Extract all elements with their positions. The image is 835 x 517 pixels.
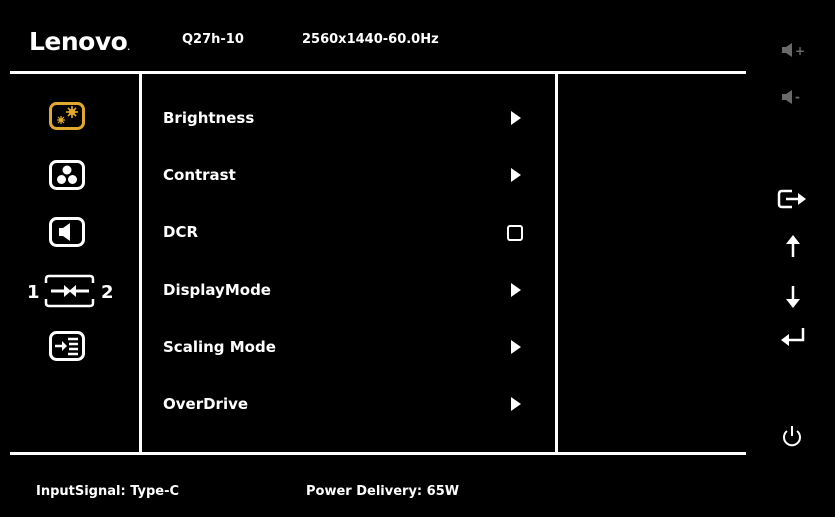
resolution-readout: 2560x1440-60.0Hz	[302, 32, 439, 47]
up-button[interactable]	[783, 234, 803, 258]
volume-down-icon: -	[782, 90, 800, 104]
menu-item-dcr[interactable]: DCR	[163, 223, 198, 241]
input-signal-status: InputSignal: Type-C	[36, 484, 180, 499]
audio-icon	[49, 217, 85, 247]
submenu-arrow-icon[interactable]	[511, 397, 521, 411]
power-delivery-status: Power Delivery: 65W	[306, 484, 460, 499]
category-audio[interactable]	[49, 217, 85, 247]
submenu-arrow-icon[interactable]	[511, 340, 521, 354]
submenu-arrow-icon[interactable]	[511, 283, 521, 297]
brightness-icon	[49, 102, 85, 130]
dcr-toggle-checkbox[interactable]	[507, 225, 523, 241]
category-color[interactable]	[49, 160, 85, 190]
menu-item-scaling-mode[interactable]: Scaling Mode	[163, 338, 276, 356]
menu-item-brightness[interactable]: Brightness	[163, 109, 254, 127]
category-brightness[interactable]	[49, 102, 85, 130]
category-menu-settings[interactable]	[49, 331, 85, 361]
volume-down-button[interactable]: -	[780, 87, 810, 107]
menu-divider	[555, 74, 558, 452]
menu-item-overdrive[interactable]: OverDrive	[163, 395, 248, 413]
enter-button[interactable]	[779, 326, 807, 348]
down-button[interactable]	[783, 285, 803, 309]
input-switch-icon: 1 2	[27, 274, 114, 308]
enter-icon	[781, 328, 805, 346]
svg-text:2: 2	[101, 282, 114, 303]
menu-item-displaymode[interactable]: DisplayMode	[163, 281, 271, 299]
submenu-arrow-icon[interactable]	[511, 168, 521, 182]
category-input-switch[interactable]: 1 2	[24, 274, 116, 308]
exit-button[interactable]	[776, 187, 808, 211]
category-divider	[139, 74, 142, 452]
submenu-arrow-icon[interactable]	[511, 111, 521, 125]
up-arrow-icon	[786, 235, 800, 257]
brand-logo: Lenovo.	[29, 27, 130, 56]
exit-icon	[777, 189, 806, 209]
menu-item-contrast[interactable]: Contrast	[163, 166, 236, 184]
svg-text:+: +	[795, 44, 805, 58]
model-name: Q27h-10	[182, 32, 244, 47]
svg-text:-: -	[795, 90, 800, 104]
footer-divider	[10, 452, 746, 455]
down-arrow-icon	[786, 286, 800, 308]
color-icon	[49, 160, 85, 190]
svg-text:1: 1	[27, 282, 40, 303]
header-divider	[10, 71, 746, 74]
volume-up-icon: +	[782, 43, 805, 58]
power-icon	[783, 426, 801, 447]
volume-up-button[interactable]: +	[780, 40, 810, 60]
power-button[interactable]	[780, 424, 804, 448]
menu-settings-icon	[49, 331, 85, 361]
